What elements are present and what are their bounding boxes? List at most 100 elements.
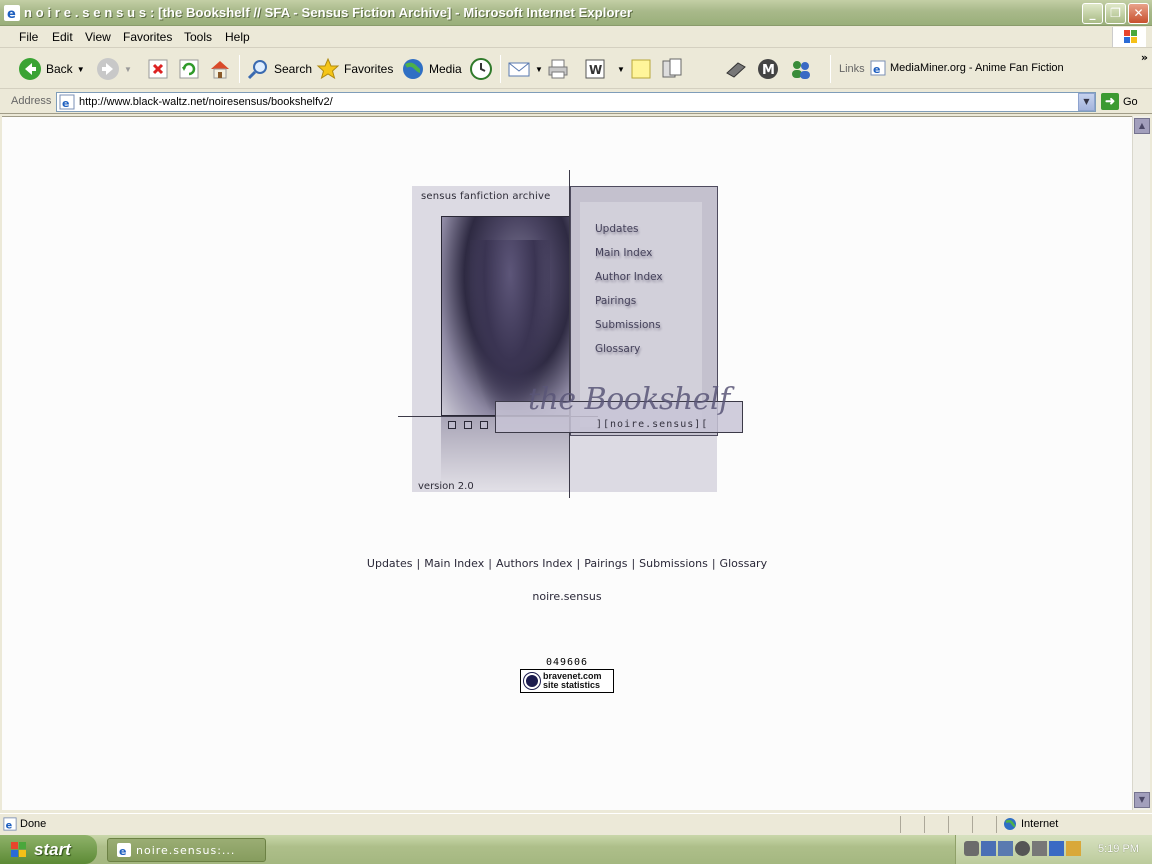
globe-icon bbox=[1004, 818, 1016, 830]
tray-network-icon[interactable] bbox=[981, 841, 996, 856]
start-button[interactable]: start bbox=[0, 835, 97, 864]
home-button[interactable] bbox=[208, 55, 232, 83]
scroll-down-icon[interactable]: ▼ bbox=[1134, 792, 1150, 808]
bravenet-line2: site statistics bbox=[543, 680, 601, 690]
back-dropdown-icon[interactable]: ▼ bbox=[77, 65, 85, 74]
edit-button[interactable]: W ▼ bbox=[583, 55, 625, 83]
star-icon bbox=[316, 57, 340, 80]
stop-icon bbox=[148, 59, 168, 79]
svg-text:M: M bbox=[762, 63, 775, 78]
scroll-up-icon[interactable]: ▲ bbox=[1134, 118, 1150, 134]
svg-text:e: e bbox=[119, 845, 127, 858]
text-nav-glossary[interactable]: Glossary bbox=[720, 557, 768, 570]
mail-button[interactable]: ▼ bbox=[507, 55, 543, 83]
media-button[interactable]: Media bbox=[401, 55, 462, 83]
ie-icon: e bbox=[117, 843, 131, 858]
ie-page-icon: e bbox=[870, 60, 886, 76]
noire-sensus-subtitle: ][noire.sensus][ bbox=[596, 419, 709, 430]
text-nav-updates[interactable]: Updates bbox=[367, 557, 413, 570]
bookshelf-title: the Bookshelf bbox=[528, 382, 730, 417]
taskbar-item-ie-window[interactable]: e noire.sensus:... bbox=[107, 838, 266, 862]
book-button[interactable] bbox=[724, 55, 748, 83]
address-field[interactable]: e bbox=[56, 92, 1096, 112]
tray-link-icon[interactable] bbox=[1015, 841, 1030, 856]
banner-nav-submissions[interactable]: Submissions bbox=[595, 319, 663, 343]
tray-folder-icon[interactable] bbox=[1066, 841, 1081, 856]
banner-nav-glossary[interactable]: Glossary bbox=[595, 343, 663, 367]
research-button[interactable] bbox=[660, 55, 684, 83]
messenger-people-icon bbox=[792, 61, 810, 79]
search-button[interactable]: Search bbox=[246, 55, 312, 83]
svg-text:e: e bbox=[6, 820, 13, 831]
banner-nav-author-index[interactable]: Author Index bbox=[595, 271, 663, 295]
stop-button[interactable] bbox=[146, 55, 170, 83]
mediaminer-m-icon: M bbox=[758, 59, 778, 79]
home-icon bbox=[211, 61, 229, 79]
refresh-icon bbox=[179, 59, 199, 79]
history-button[interactable] bbox=[469, 55, 493, 83]
menu-view[interactable]: View bbox=[85, 30, 111, 44]
banner-image: sensus fanfiction archive version 2.0 Up… bbox=[398, 170, 750, 500]
media-globe-icon bbox=[403, 59, 423, 79]
windows-flag-icon bbox=[11, 841, 26, 857]
svg-text:e: e bbox=[873, 63, 880, 76]
menu-tools[interactable]: Tools bbox=[184, 30, 212, 44]
tray-monitor-icon[interactable] bbox=[998, 841, 1013, 856]
minimize-button[interactable]: _ bbox=[1082, 3, 1103, 24]
favorites-button[interactable]: Favorites bbox=[316, 55, 393, 83]
vertical-scrollbar[interactable]: ▲ ▼ bbox=[1132, 116, 1150, 810]
text-nav-pairings[interactable]: Pairings bbox=[584, 557, 627, 570]
refresh-button[interactable] bbox=[177, 55, 201, 83]
text-nav-submissions[interactable]: Submissions bbox=[639, 557, 708, 570]
text-nav-main-index[interactable]: Main Index bbox=[424, 557, 484, 570]
bravenet-badge[interactable]: bravenet.com site statistics bbox=[520, 669, 614, 693]
menu-bar: File Edit View Favorites Tools Help bbox=[0, 26, 1152, 48]
version-label: version 2.0 bbox=[418, 481, 474, 492]
print-button[interactable] bbox=[546, 55, 570, 83]
banner-nav-main-index[interactable]: Main Index bbox=[595, 247, 663, 271]
tray-app-icon[interactable] bbox=[964, 841, 979, 856]
tray-security-icon[interactable] bbox=[1049, 841, 1064, 856]
svg-text:e: e bbox=[7, 7, 16, 21]
address-input[interactable] bbox=[79, 96, 1069, 108]
ie-page-icon: e bbox=[3, 817, 17, 831]
menu-edit[interactable]: Edit bbox=[52, 30, 73, 44]
menu-file[interactable]: File bbox=[19, 30, 38, 44]
maximize-button[interactable]: ❐ bbox=[1105, 3, 1126, 24]
decorative-squares bbox=[448, 421, 488, 429]
edit-dropdown-icon[interactable]: ▼ bbox=[617, 65, 625, 74]
menu-help[interactable]: Help bbox=[225, 30, 250, 44]
history-icon bbox=[470, 58, 492, 80]
forward-dropdown-icon[interactable]: ▼ bbox=[124, 65, 132, 74]
mediaminer-button[interactable]: M bbox=[756, 55, 780, 83]
tray-volume-icon[interactable] bbox=[1032, 841, 1047, 856]
menu-favorites[interactable]: Favorites bbox=[123, 30, 172, 44]
zone-label: Internet bbox=[1021, 818, 1059, 830]
close-button[interactable]: ✕ bbox=[1128, 3, 1149, 24]
text-nav-authors-index[interactable]: Authors Index bbox=[496, 557, 573, 570]
chevron-more-icon[interactable]: » bbox=[1141, 51, 1148, 64]
messenger-button[interactable] bbox=[789, 55, 813, 83]
mail-dropdown-icon[interactable]: ▼ bbox=[535, 65, 543, 74]
go-button[interactable]: ➜ Go bbox=[1101, 93, 1138, 110]
svg-text:e: e bbox=[62, 97, 69, 110]
address-dropdown-icon[interactable]: ▼ bbox=[1078, 93, 1095, 111]
site-name: noire.sensus bbox=[532, 590, 602, 603]
banner-nav-pairings[interactable]: Pairings bbox=[595, 295, 663, 319]
status-text: Done bbox=[20, 818, 47, 830]
windows-logo-icon bbox=[1112, 27, 1146, 47]
link-mediaminer[interactable]: e MediaMiner.org - Anime Fan Fiction bbox=[870, 60, 1064, 76]
discuss-button[interactable] bbox=[629, 55, 653, 83]
forward-button[interactable]: ▼ bbox=[96, 55, 132, 83]
back-button[interactable]: Back ▼ bbox=[18, 55, 85, 83]
status-bar: e Done Internet bbox=[0, 813, 1152, 835]
search-icon bbox=[247, 60, 267, 80]
taskbar: start e noire.sensus:... 5:19 PM bbox=[0, 835, 1152, 864]
toolbar: Back ▼ ▼ Search Favorites Media ▼ W ▼ M … bbox=[0, 49, 1152, 89]
window-title: n o i r e . s e n s u s : [the Bookshelf… bbox=[24, 5, 633, 20]
banner-nav-updates[interactable]: Updates bbox=[595, 223, 663, 247]
address-label: Address bbox=[11, 95, 52, 107]
ie-icon: e bbox=[4, 5, 20, 21]
link-mediaminer-label: MediaMiner.org - Anime Fan Fiction bbox=[890, 62, 1064, 74]
go-arrow-icon: ➜ bbox=[1101, 93, 1119, 110]
